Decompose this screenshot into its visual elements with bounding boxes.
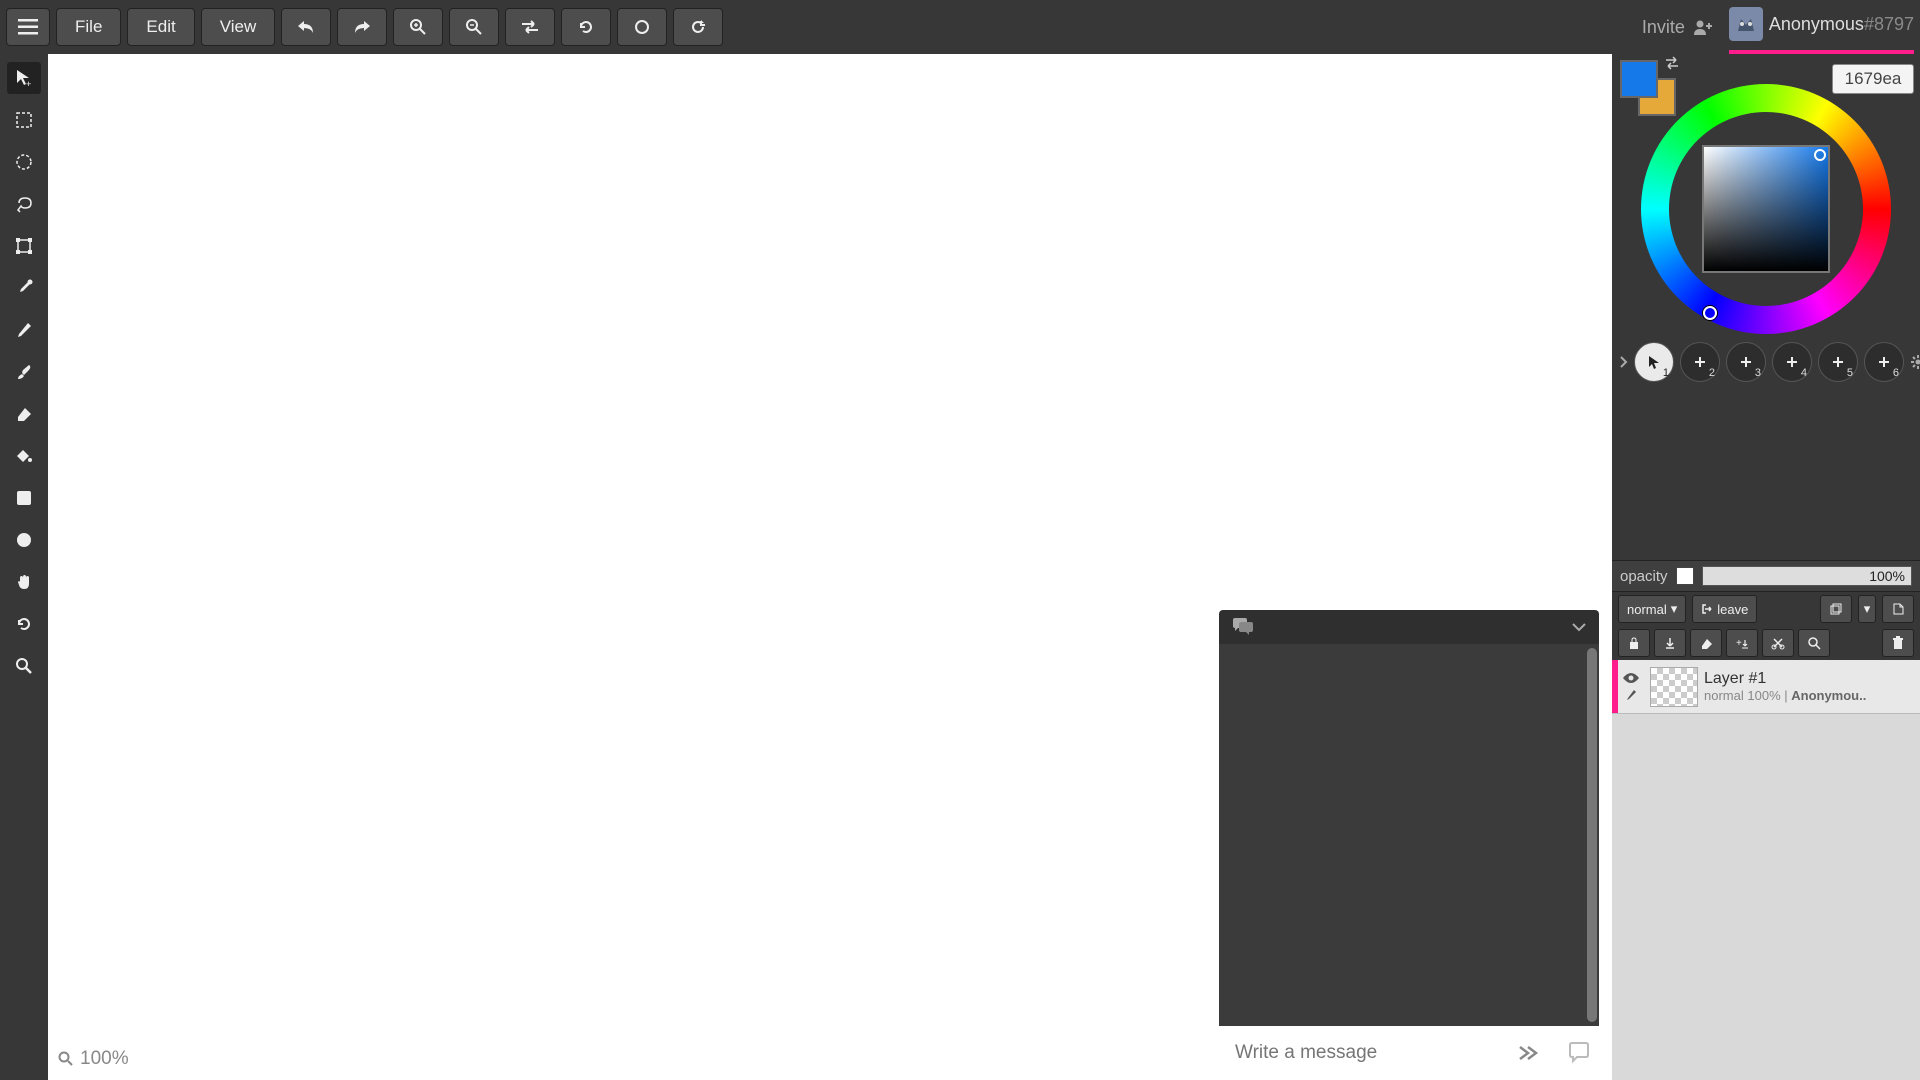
chat-scrollbar[interactable]: [1587, 648, 1597, 1022]
rect-shape-tool[interactable]: [7, 482, 41, 514]
layer-meta-label: normal 100% | Anonymou..: [1704, 688, 1914, 703]
user-plus-icon: [1693, 19, 1713, 35]
chat-header: [1219, 610, 1599, 644]
chat-icon: [1231, 618, 1253, 636]
layer-name-label: Layer #1: [1704, 670, 1914, 688]
tool-preset-6[interactable]: 6: [1864, 342, 1904, 382]
left-toolbar: +: [0, 54, 48, 1080]
zoom-tool[interactable]: [7, 650, 41, 682]
zoom-indicator[interactable]: 100%: [58, 1048, 129, 1070]
zoom-out-button[interactable]: [449, 8, 499, 46]
view-menu-button[interactable]: View: [201, 8, 276, 46]
layer-controls-row-2: +: [1612, 626, 1920, 660]
hand-tool[interactable]: [7, 566, 41, 598]
layer-clear-button[interactable]: [1690, 629, 1722, 657]
transform-tool[interactable]: [7, 230, 41, 262]
edit-menu-button[interactable]: Edit: [127, 8, 194, 46]
layer-lock-button[interactable]: [1618, 629, 1650, 657]
layer-visibility-icon[interactable]: [1622, 672, 1640, 684]
user-block[interactable]: Anonymous#8797: [1729, 0, 1914, 54]
chat-bubble-toggle[interactable]: [1559, 1033, 1599, 1073]
swap-colors-button[interactable]: [1664, 56, 1680, 70]
zoom-value: 100%: [80, 1048, 129, 1070]
color-picker: [1612, 54, 1920, 334]
fill-tool[interactable]: [7, 440, 41, 472]
blend-mode-dropdown[interactable]: normal ▾: [1618, 595, 1686, 623]
rect-select-tool[interactable]: [7, 104, 41, 136]
right-panel: 123456 opacity 100% normal ▾ leave ▾ +: [1612, 54, 1920, 1080]
redo-button[interactable]: [337, 8, 387, 46]
svg-text:+: +: [26, 79, 31, 88]
eraser-tool[interactable]: [7, 398, 41, 430]
layer-duplicate-button[interactable]: [1820, 595, 1852, 623]
ellipse-shape-tool[interactable]: [7, 524, 41, 556]
chat-input[interactable]: [1235, 1042, 1499, 1064]
ellipse-select-tool[interactable]: [7, 146, 41, 178]
invite-button[interactable]: Invite: [1642, 17, 1713, 38]
tool-preset-5[interactable]: 5: [1818, 342, 1858, 382]
chat-message-list: [1219, 644, 1599, 1026]
layer-merge-down-button[interactable]: +: [1726, 629, 1758, 657]
opacity-row: opacity 100%: [1612, 560, 1920, 592]
svg-text:+: +: [1736, 638, 1742, 649]
presets-expand-button[interactable]: [1618, 355, 1628, 369]
brush-tool[interactable]: [7, 356, 41, 388]
lasso-tool[interactable]: [7, 188, 41, 220]
layers-list: Layer #1 normal 100% | Anonymou..: [1612, 660, 1920, 1080]
layer-dropdown-button[interactable]: ▾: [1858, 595, 1876, 623]
user-avatar: [1729, 7, 1763, 41]
presets-settings-button[interactable]: [1910, 354, 1920, 370]
zoom-in-button[interactable]: [393, 8, 443, 46]
opacity-toggle[interactable]: [1676, 567, 1694, 585]
tool-presets-row: 123456: [1612, 334, 1920, 390]
layer-down-button[interactable]: [1654, 629, 1686, 657]
chat-send-button[interactable]: [1509, 1033, 1549, 1073]
tool-preset-2[interactable]: 2: [1680, 342, 1720, 382]
opacity-slider[interactable]: 100%: [1702, 566, 1912, 586]
hamburger-menu-button[interactable]: [6, 8, 50, 46]
eyedropper-tool[interactable]: [7, 272, 41, 304]
chat-panel: [1219, 610, 1599, 1080]
chat-input-row: [1219, 1026, 1599, 1080]
move-tool[interactable]: +: [7, 62, 41, 94]
layer-search-button[interactable]: [1798, 629, 1830, 657]
tool-preset-1[interactable]: 1: [1634, 342, 1674, 382]
tool-preset-3[interactable]: 3: [1726, 342, 1766, 382]
opacity-label: opacity: [1620, 568, 1668, 585]
layer-controls-row-1: normal ▾ leave ▾: [1612, 592, 1920, 626]
saturation-value-box[interactable]: [1702, 145, 1830, 273]
sv-handle[interactable]: [1814, 149, 1826, 161]
layer-edit-icon[interactable]: [1624, 688, 1638, 702]
undo-button[interactable]: [281, 8, 331, 46]
leave-button[interactable]: leave: [1692, 595, 1757, 623]
hue-handle[interactable]: [1703, 306, 1717, 320]
invite-label: Invite: [1642, 17, 1685, 38]
tool-preset-4[interactable]: 4: [1772, 342, 1812, 382]
pencil-tool[interactable]: [7, 314, 41, 346]
layer-item[interactable]: Layer #1 normal 100% | Anonymou..: [1612, 660, 1920, 714]
layer-delete-button[interactable]: [1882, 629, 1914, 657]
reset-button[interactable]: [561, 8, 611, 46]
top-toolbar: File Edit View Invite Anonymous#8797: [0, 0, 1920, 54]
flip-button[interactable]: [505, 8, 555, 46]
username-label: Anonymous#8797: [1769, 14, 1914, 35]
magnifier-icon: [58, 1051, 74, 1067]
foreground-color-swatch[interactable]: [1620, 60, 1658, 98]
chevron-down-icon[interactable]: [1571, 622, 1587, 632]
rotate-ccw-button[interactable]: [617, 8, 667, 46]
file-menu-button[interactable]: File: [56, 8, 121, 46]
rotate-cw-button[interactable]: [673, 8, 723, 46]
rotate-tool[interactable]: [7, 608, 41, 640]
color-wheel[interactable]: [1641, 84, 1891, 334]
layer-cut-button[interactable]: [1762, 629, 1794, 657]
layer-thumbnail: [1650, 667, 1698, 707]
new-layer-button[interactable]: [1882, 595, 1914, 623]
opacity-value: 100%: [1869, 568, 1905, 584]
